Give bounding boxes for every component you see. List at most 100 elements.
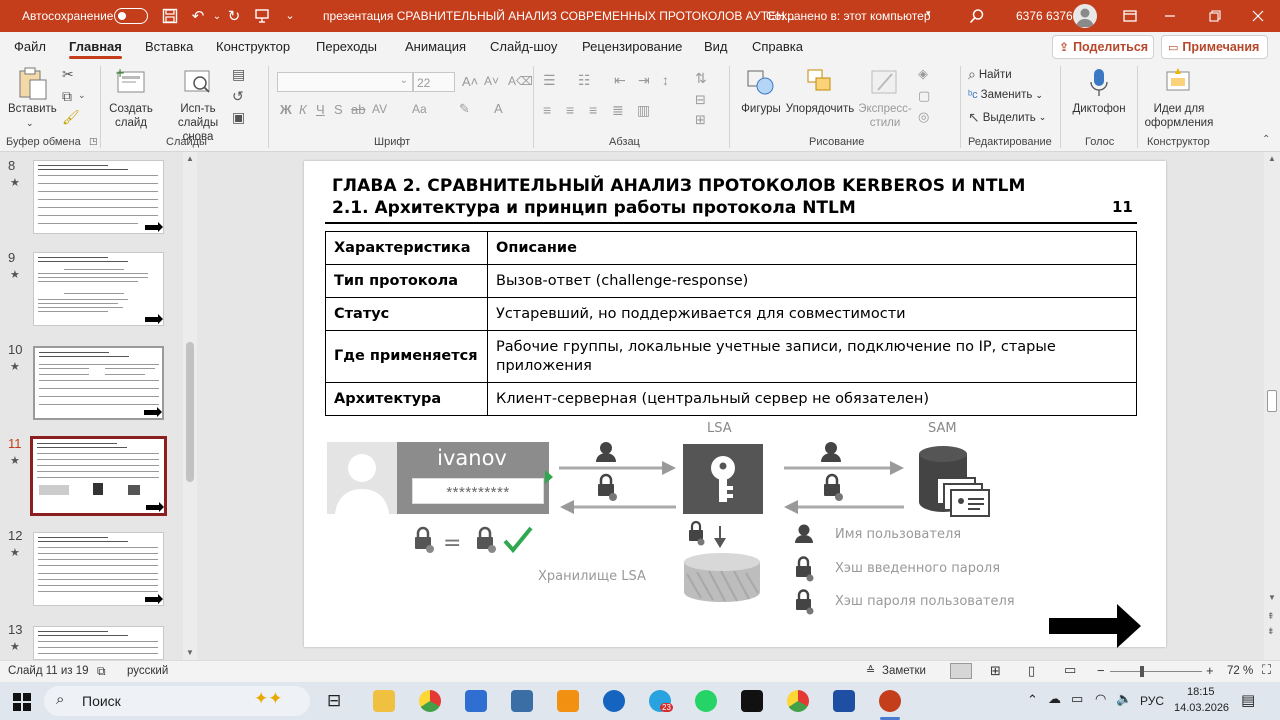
bold-icon[interactable]: Ж <box>280 102 292 117</box>
slide-thumbnail-12[interactable] <box>33 532 164 606</box>
whatsapp-icon[interactable] <box>695 690 717 712</box>
normal-view-icon[interactable] <box>950 663 972 679</box>
line-spacing-icon[interactable]: ↕ <box>662 72 669 88</box>
collapse-ribbon-icon[interactable]: ⌃ <box>1262 134 1270 145</box>
scroll-up-icon[interactable]: ▲ <box>186 154 194 163</box>
copy-chevron-icon[interactable]: ⌄ <box>78 90 86 101</box>
chrome-icon[interactable] <box>419 690 441 712</box>
powerpoint-icon[interactable] <box>879 690 901 712</box>
word-icon[interactable] <box>833 690 855 712</box>
slide-thumbnail-10[interactable] <box>33 346 164 420</box>
copy-icon[interactable]: ⧉ <box>62 88 72 105</box>
zoom-level[interactable]: 72 % <box>1227 665 1253 677</box>
scroll-down-icon[interactable]: ▼ <box>186 648 194 657</box>
justify-icon[interactable]: ≣ <box>612 102 624 119</box>
new-slide-button[interactable]: + Создать слайд <box>106 64 156 134</box>
slide-thumbnail-8[interactable] <box>33 160 164 234</box>
align-center-icon[interactable]: ≡ <box>566 102 574 118</box>
decrease-indent-icon[interactable]: ⇤ <box>614 72 626 89</box>
strikethrough-icon[interactable]: ab <box>351 102 365 117</box>
document-title[interactable]: презентация СРАВНИТЕЛЬНЫЙ АНАЛИЗ СОВРЕМЕ… <box>323 9 795 23</box>
scrollbar-thumb[interactable] <box>186 342 194 482</box>
numbering-icon[interactable]: ☷ <box>578 72 591 89</box>
keyboard-language[interactable]: РУС <box>1140 694 1164 708</box>
presentation-icon[interactable] <box>252 6 272 26</box>
taskbar-search-box[interactable]: ⌕ Поиск ✦✦ <box>44 686 310 716</box>
slide-scrollbar[interactable]: ▲ ▼ ⇞ ⇟ <box>1264 152 1280 660</box>
previous-slide-icon[interactable]: ⇞ <box>1267 611 1275 622</box>
volume-icon[interactable]: 🔈 <box>1116 691 1132 707</box>
save-icon[interactable] <box>160 6 180 26</box>
cut-icon[interactable]: ✂ <box>62 66 74 83</box>
chrome-icon[interactable] <box>787 690 809 712</box>
layout-icon[interactable]: ▤ <box>232 66 245 83</box>
save-status-chevron-icon[interactable]: ▾ <box>926 8 931 19</box>
clock-time[interactable]: 18:15 <box>1187 686 1215 698</box>
text-direction-icon[interactable]: ⇅ <box>695 70 707 87</box>
font-size-combo[interactable]: 22 <box>413 72 455 92</box>
reset-icon[interactable]: ↺ <box>232 88 244 105</box>
tab-home[interactable]: Главная <box>69 39 122 59</box>
ribbon-display-icon[interactable] <box>1120 6 1140 26</box>
section-icon[interactable]: ▣ <box>232 109 245 126</box>
accessibility-icon[interactable]: ⧉ <box>97 664 106 679</box>
font-name-combo[interactable]: ⌄ <box>277 72 413 92</box>
tab-help[interactable]: Справка <box>752 39 803 54</box>
decrease-font-icon[interactable]: A˅ <box>484 74 499 88</box>
spacing-icon[interactable]: AV <box>372 102 387 116</box>
find-button[interactable]: ⌕ Найти <box>968 66 1012 83</box>
app-icon[interactable] <box>511 690 533 712</box>
zoom-slider[interactable] <box>1110 671 1202 672</box>
shapes-button[interactable]: Фигуры <box>738 64 784 134</box>
align-left-icon[interactable]: ≡ <box>543 102 551 118</box>
clear-format-icon[interactable]: A⌫ <box>508 74 533 88</box>
slide-thumbnail-9[interactable] <box>33 252 164 326</box>
autosave-toggle[interactable] <box>114 8 148 24</box>
customize-toolbar-icon[interactable]: ⌄ <box>280 5 300 25</box>
align-right-icon[interactable]: ≡ <box>589 102 597 118</box>
increase-indent-icon[interactable]: ⇥ <box>638 72 650 89</box>
clock-date[interactable]: 14.03.2026 <box>1174 702 1229 714</box>
quick-styles-button[interactable]: Экспресс-стили <box>855 64 915 134</box>
select-button[interactable]: ↖ Выделить ⌄ <box>968 109 1046 126</box>
next-arrow-icon[interactable] <box>1049 604 1141 648</box>
reuse-slides-button[interactable]: Исп-ть слайды снова <box>166 64 230 143</box>
designer-button[interactable]: Идеи для оформления <box>1142 64 1216 134</box>
thumbnails-scrollbar[interactable]: ▲ ▼ <box>183 152 197 660</box>
avatar[interactable] <box>1073 4 1097 28</box>
notes-button[interactable]: Заметки <box>882 665 926 677</box>
shadow-icon[interactable]: S <box>334 102 343 117</box>
align-text-icon[interactable]: ⊟ <box>695 92 706 108</box>
clipboard-launcher-icon[interactable]: ◳ <box>89 136 98 147</box>
slide-canvas[interactable]: ГЛАВА 2. СРАВНИТЕЛЬНЫЙ АНАЛИЗ ПРОТОКОЛОВ… <box>304 161 1166 648</box>
underline-icon[interactable]: Ч <box>316 102 325 117</box>
file-explorer-icon[interactable] <box>373 690 395 712</box>
increase-font-icon[interactable]: A˄ <box>462 74 478 89</box>
shape-effects-icon[interactable]: ◎ <box>918 109 929 125</box>
arrange-button[interactable]: Упорядочить <box>785 64 855 134</box>
share-button[interactable]: ⇪ Поделиться <box>1052 35 1154 59</box>
notifications-icon[interactable]: ▤ <box>1241 691 1255 709</box>
slideshow-icon[interactable]: ▭ <box>1064 662 1076 678</box>
minimize-icon[interactable] <box>1160 6 1180 26</box>
windows-start-icon[interactable] <box>13 693 31 711</box>
save-status[interactable]: Сохранено в: этот компьютер <box>766 9 931 23</box>
zoom-out-icon[interactable]: − <box>1097 663 1105 678</box>
notes-icon[interactable]: ≙ <box>866 664 875 677</box>
tab-view[interactable]: Вид <box>704 39 728 54</box>
battery-icon[interactable]: ▭ <box>1071 691 1083 707</box>
close-icon[interactable] <box>1248 6 1268 26</box>
comments-button[interactable]: ▭ Примечания <box>1161 35 1268 59</box>
wifi-icon[interactable]: ◠ <box>1095 691 1106 707</box>
shape-fill-icon[interactable]: ◈ <box>918 66 928 82</box>
task-view-icon[interactable]: ⊟ <box>327 691 341 711</box>
zoom-in-icon[interactable]: + <box>1206 663 1214 678</box>
tab-slideshow[interactable]: Слайд-шоу <box>490 39 557 54</box>
sublime-icon[interactable] <box>557 690 579 712</box>
tab-file[interactable]: Файл <box>14 39 46 54</box>
scrollbar-thumb[interactable] <box>1267 390 1277 412</box>
search-icon[interactable] <box>967 6 987 26</box>
outlook-icon[interactable] <box>603 690 625 712</box>
fit-to-window-icon[interactable]: ⛶ <box>1262 662 1271 678</box>
redo-icon[interactable]: ↻ <box>224 6 244 26</box>
